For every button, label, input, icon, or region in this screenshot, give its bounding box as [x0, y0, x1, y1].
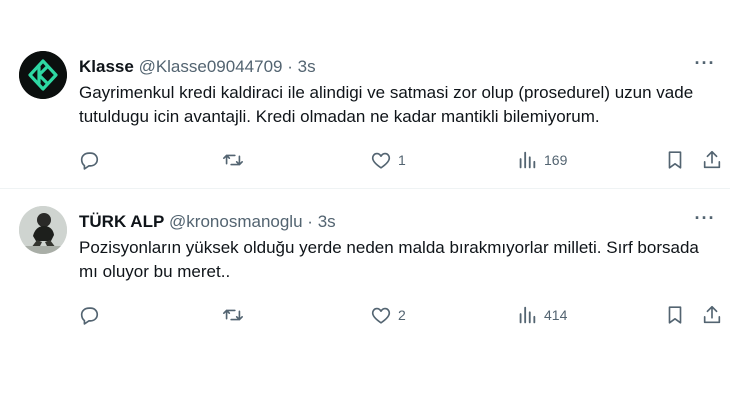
share-icon — [703, 305, 721, 324]
reply-icon — [80, 307, 99, 325]
tweet-text: Gayrimenkul kredi kaldiraci ile alindigi… — [79, 83, 694, 126]
avatar[interactable] — [19, 51, 67, 99]
tweet-header: Klasse @Klasse09044709 · 3s — [79, 57, 316, 77]
bookmark-button[interactable] — [664, 302, 686, 328]
user-handle[interactable]: @Klasse09044709 — [139, 57, 283, 76]
repost-icon — [223, 309, 243, 321]
klasse-logo-icon — [19, 51, 67, 99]
repost-icon — [223, 154, 243, 166]
reply-button[interactable] — [78, 302, 106, 328]
bookmark-button[interactable] — [664, 147, 686, 173]
user-photo-icon — [19, 206, 67, 254]
timestamp[interactable]: 3s — [298, 57, 316, 76]
tweet-header: TÜRK ALP @kronosmanoglu · 3s — [79, 212, 336, 232]
tweet[interactable]: TÜRK ALP @kronosmanoglu · 3s ··· Pozisyo… — [0, 189, 730, 349]
analytics-icon — [519, 151, 536, 169]
repost-button[interactable] — [222, 147, 250, 173]
timeline: Klasse @Klasse09044709 · 3s ··· Gayrimen… — [0, 0, 730, 420]
user-handle[interactable]: @kronosmanoglu — [169, 212, 303, 231]
repost-button[interactable] — [222, 302, 250, 328]
share-button[interactable] — [701, 302, 723, 328]
like-button[interactable]: 2 — [370, 302, 406, 328]
tweet-actions: 2 414 — [0, 302, 730, 328]
like-button[interactable]: 1 — [370, 147, 406, 173]
like-count: 1 — [398, 152, 406, 168]
bookmark-icon — [668, 306, 682, 324]
more-options-button[interactable]: ··· — [692, 54, 718, 76]
views-button[interactable]: 169 — [516, 147, 567, 173]
timestamp[interactable]: 3s — [318, 212, 336, 231]
share-button[interactable] — [701, 147, 723, 173]
tweet-text: Pozisyonların yüksek olduğu yerde neden … — [79, 238, 699, 281]
display-name[interactable]: TÜRK ALP — [79, 212, 164, 231]
share-icon — [703, 150, 721, 169]
like-count: 2 — [398, 307, 406, 323]
reply-button[interactable] — [78, 147, 106, 173]
heart-icon — [371, 307, 391, 324]
display-name[interactable]: Klasse — [79, 57, 134, 76]
avatar[interactable] — [19, 206, 67, 254]
view-count: 169 — [544, 152, 568, 168]
views-button[interactable]: 414 — [516, 302, 567, 328]
reply-icon — [80, 152, 99, 170]
separator-dot: · — [307, 212, 313, 231]
separator-dot: · — [287, 57, 293, 76]
analytics-icon — [519, 306, 536, 324]
tweet[interactable]: Klasse @Klasse09044709 · 3s ··· Gayrimen… — [0, 34, 730, 189]
bookmark-icon — [668, 151, 682, 169]
more-options-button[interactable]: ··· — [692, 209, 718, 231]
heart-icon — [371, 152, 391, 169]
view-count: 414 — [544, 307, 568, 323]
tweet-actions: 1 169 — [0, 147, 730, 173]
